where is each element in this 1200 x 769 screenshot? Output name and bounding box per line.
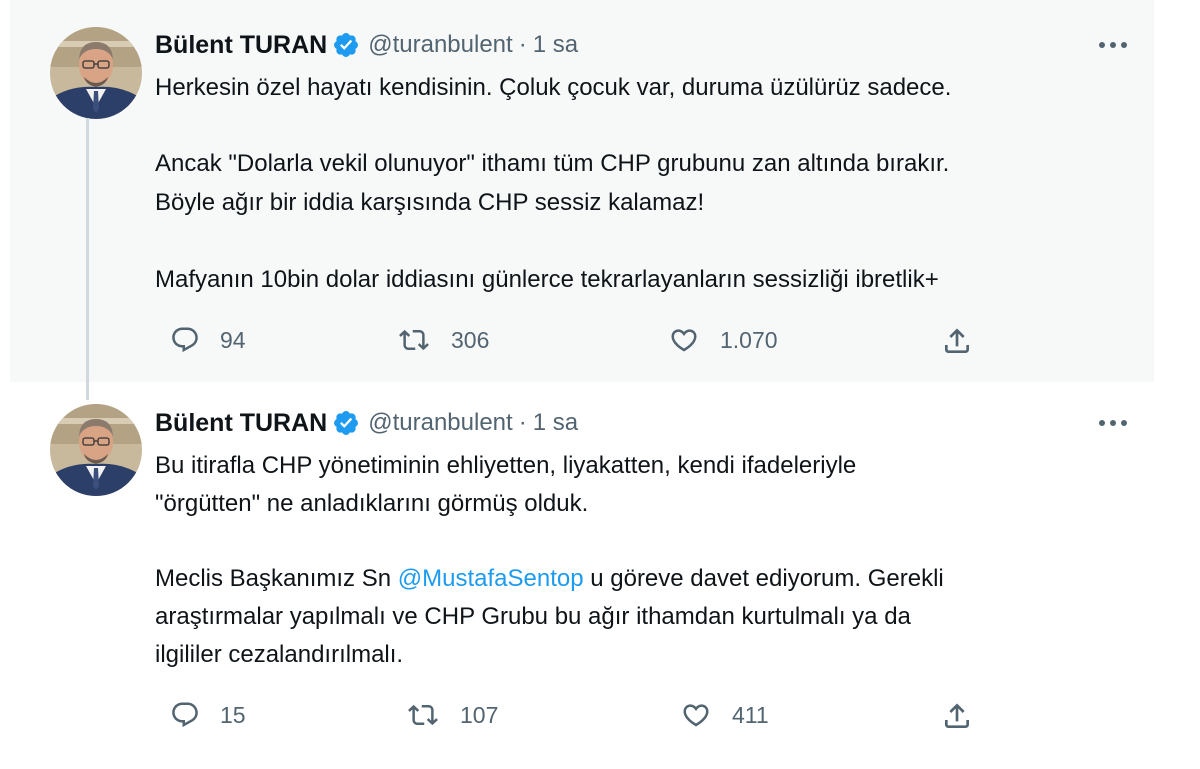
- avatar[interactable]: [50, 404, 142, 496]
- like-button[interactable]: 411: [680, 700, 769, 730]
- tweet-text-line: Mafyanın 10bin dolar iddiasını günlerce …: [155, 266, 939, 293]
- avatar-image: [50, 404, 142, 496]
- tweet-timestamp[interactable]: 1 sa: [533, 409, 578, 437]
- reply-button[interactable]: 94: [170, 325, 246, 355]
- verified-badge-icon: [332, 31, 360, 59]
- tweet-text-segment: Meclis Başkanımız Sn: [155, 565, 398, 592]
- like-button[interactable]: 1.070: [668, 325, 778, 355]
- author-handle[interactable]: @turanbulent: [368, 31, 512, 59]
- like-icon: [683, 704, 709, 727]
- reply-icon: [172, 702, 198, 728]
- tweet-header: Bülent TURAN @turanbulent · 1 sa: [155, 406, 578, 440]
- like-icon: [671, 329, 697, 352]
- reply-button[interactable]: 15: [170, 700, 246, 730]
- thread-connector-line: [86, 118, 89, 400]
- tweet-timestamp[interactable]: 1 sa: [533, 31, 578, 59]
- share-icon: [945, 328, 969, 353]
- retweet-count: 107: [460, 701, 499, 728]
- tweet-text-line: Böyle ağır bir iddia karşısında CHP sess…: [155, 189, 705, 216]
- like-count: 411: [732, 701, 769, 728]
- retweet-button[interactable]: 107: [406, 700, 498, 730]
- more-icon[interactable]: [1090, 28, 1136, 62]
- reply-count: 94: [220, 326, 246, 353]
- more-icon[interactable]: [1090, 406, 1136, 440]
- author-handle[interactable]: @turanbulent: [368, 409, 512, 437]
- verified-badge-icon: [332, 409, 360, 437]
- author-name[interactable]: Bülent TURAN: [155, 409, 327, 438]
- tweet-1[interactable]: Bülent TURAN @turanbulent · 1 sa Herkesi…: [10, 0, 1154, 382]
- tweet-header: Bülent TURAN @turanbulent · 1 sa: [155, 28, 578, 62]
- retweet-count: 306: [451, 326, 490, 353]
- reply-icon: [172, 327, 198, 353]
- retweet-icon: [399, 329, 429, 351]
- author-name[interactable]: Bülent TURAN: [155, 31, 327, 60]
- retweet-icon: [408, 704, 438, 726]
- mention-link[interactable]: @MustafaSentop: [398, 565, 584, 592]
- reply-count: 15: [220, 701, 246, 728]
- header-separator: ·: [518, 409, 527, 436]
- like-count: 1.070: [720, 326, 778, 353]
- tweet-text-line: Bu itirafla CHP yönetiminin ehliyetten, …: [155, 452, 857, 479]
- tweet-text-line: "örgütten" ne anladıklarını görmüş olduk…: [155, 490, 589, 517]
- avatar-image: [50, 27, 142, 119]
- share-button[interactable]: [941, 700, 973, 732]
- retweet-button[interactable]: 306: [397, 325, 489, 355]
- tweet-text-segment: u göreve davet ediyorum. Gerekli: [583, 565, 944, 592]
- tweet-2[interactable]: Bülent TURAN @turanbulent · 1 sa Bu itir…: [10, 382, 1154, 769]
- header-separator: ·: [518, 31, 527, 58]
- tweet-text-line: Herkesin özel hayatı kendisinin. Çoluk ç…: [155, 74, 952, 101]
- tweet-text-line: ilgililer cezalandırılmalı.: [155, 641, 404, 668]
- share-icon: [945, 703, 969, 728]
- tweet-text-line: Meclis Başkanımız Sn @MustafaSentop u gö…: [155, 564, 944, 594]
- tweet-text-line: araştırmalar yapılmalı ve CHP Grubu bu a…: [155, 603, 911, 630]
- avatar[interactable]: [50, 27, 142, 119]
- tweet-text-line: Ancak "Dolarla vekil olunuyor" ithamı tü…: [155, 150, 950, 177]
- share-button[interactable]: [941, 325, 973, 357]
